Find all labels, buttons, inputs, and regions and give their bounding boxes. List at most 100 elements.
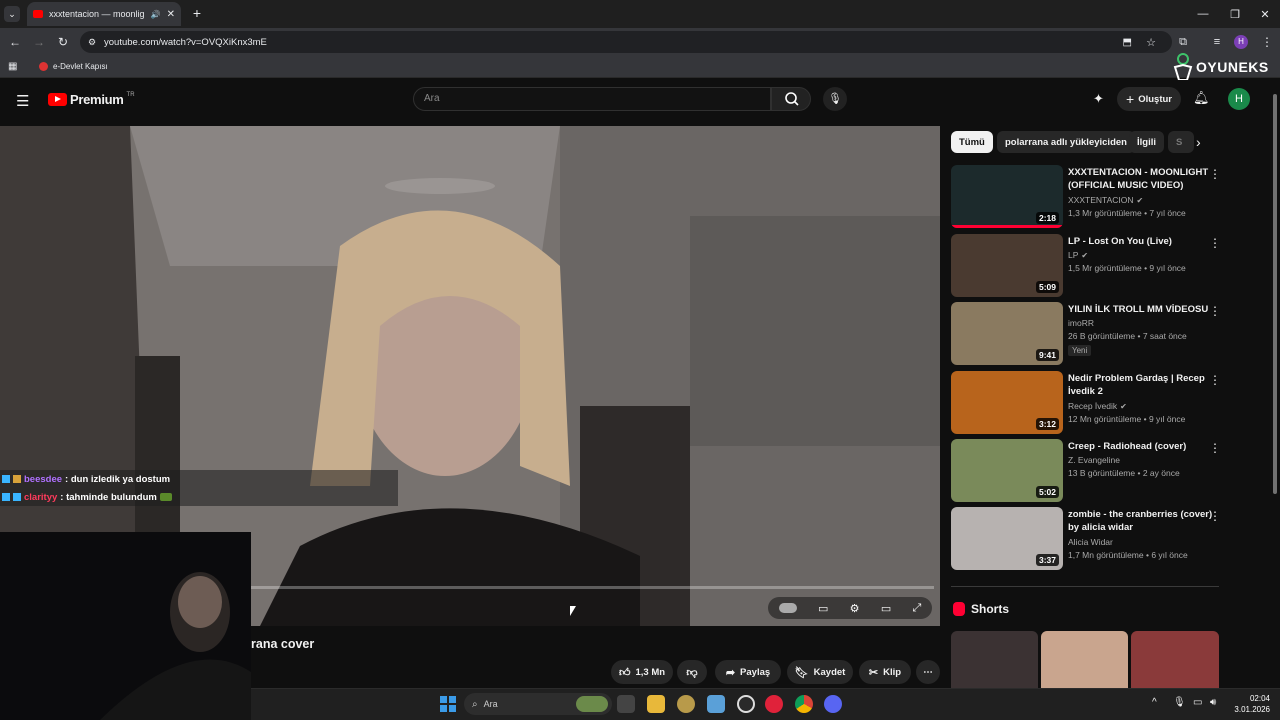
- channel-name[interactable]: imoRR: [1068, 318, 1094, 328]
- chip-partial[interactable]: S: [1168, 131, 1194, 153]
- close-window-button[interactable]: ✕: [1248, 0, 1280, 28]
- account-avatar[interactable]: H: [1228, 88, 1250, 110]
- more-options-icon[interactable]: ⋮: [1209, 509, 1221, 523]
- notifications-bell-icon[interactable]: 🔔︎: [1193, 90, 1210, 106]
- duration-badge: 3:12: [1035, 418, 1059, 430]
- video-thumbnail[interactable]: 3:37: [951, 507, 1063, 570]
- recommendation-title[interactable]: XXXTENTACION - MOONLIGHT (OFFICIAL MUSIC…: [1068, 166, 1216, 192]
- more-options-icon[interactable]: ⋮: [1209, 167, 1221, 181]
- new-tab-button[interactable]: +: [188, 4, 206, 22]
- network-icon[interactable]: ▭: [1193, 697, 1202, 708]
- back-button[interactable]: ←: [4, 28, 26, 56]
- league-client-icon[interactable]: [677, 695, 695, 713]
- video-thumbnail[interactable]: 5:02: [951, 439, 1063, 502]
- chip-from-uploader[interactable]: polarrana adlı yükleyiciden: [997, 131, 1135, 153]
- forward-button[interactable]: →: [28, 28, 50, 56]
- subtitles-icon[interactable]: ▭: [818, 602, 828, 615]
- taskbar-search[interactable]: ⌕ Ara: [464, 693, 612, 715]
- upload-age: 9 yıl önce: [1149, 263, 1186, 273]
- recommendation-title[interactable]: LP - Lost On You (Live): [1068, 235, 1216, 248]
- scrollbar-thumb[interactable]: [1273, 94, 1277, 494]
- chip-all[interactable]: Tümü: [951, 131, 993, 153]
- video-thumbnail[interactable]: 2:18: [951, 165, 1063, 228]
- channel-name[interactable]: Recep İvedik ✔: [1068, 401, 1127, 411]
- recommendation-item[interactable]: 3:12 Nedir Problem Gardaş | Recep İvedik …: [951, 371, 1231, 435]
- page-scrollbar[interactable]: [1272, 90, 1278, 690]
- tab-search-button[interactable]: ⌄: [4, 6, 20, 22]
- bookmark-star-icon[interactable]: ☆: [1146, 36, 1156, 49]
- tab-close-icon[interactable]: ✕: [167, 9, 175, 20]
- address-bar[interactable]: ⚙ youtube.com/watch?v=OVQXiKnx3mE ⬒ ☆: [80, 31, 1172, 53]
- tray-chevron-icon[interactable]: ^: [1152, 697, 1157, 708]
- short-thumbnail[interactable]: [1131, 631, 1219, 688]
- recommendation-item[interactable]: 5:02 Creep - Radiohead (cover) Z. Evangeli…: [951, 439, 1231, 503]
- more-options-icon[interactable]: ⋮: [1209, 441, 1221, 455]
- site-info-icon[interactable]: ⚙: [88, 37, 96, 48]
- recommendation-item[interactable]: 2:18 XXXTENTACION - MOONLIGHT (OFFICIAL M…: [951, 165, 1231, 229]
- maximize-button[interactable]: ❐: [1218, 0, 1252, 28]
- dislike-button[interactable]: 👎︎: [677, 660, 707, 684]
- youtube-logo[interactable]: Premium TR: [48, 92, 135, 107]
- more-options-icon[interactable]: ⋮: [1209, 236, 1221, 250]
- video-thumbnail[interactable]: 5:09: [951, 234, 1063, 297]
- chip-related[interactable]: İlgili: [1129, 131, 1164, 153]
- start-button[interactable]: [440, 696, 456, 712]
- discord-icon[interactable]: [824, 695, 842, 713]
- autoplay-toggle[interactable]: [778, 603, 797, 613]
- divider: [951, 586, 1219, 587]
- mascot-icon: [1173, 53, 1193, 81]
- clock-date: 3.01.2026: [1234, 705, 1270, 714]
- cast-icon[interactable]: ✦: [1093, 91, 1104, 107]
- clip-button[interactable]: ✂ Klip: [859, 660, 911, 684]
- recommendation-item[interactable]: 3:37 zombie - the cranberries (cover) by …: [951, 507, 1231, 571]
- channel-name[interactable]: XXXTENTACION ✔: [1068, 195, 1143, 205]
- recommendation-item[interactable]: 9:41 YILIN İLK TROLL MM VİDEOSU imoRR 26 B …: [951, 302, 1231, 366]
- clock[interactable]: 02:04 3.01.2026: [1230, 693, 1270, 715]
- file-explorer-icon[interactable]: [647, 695, 665, 713]
- fullscreen-icon[interactable]: ⤢: [913, 602, 922, 615]
- channel-name[interactable]: LP ✔: [1068, 250, 1088, 260]
- bookmark-edevlet[interactable]: e-Devlet Kapısı: [53, 62, 108, 71]
- channel-name[interactable]: Z. Evangeline: [1068, 455, 1120, 465]
- install-icon[interactable]: ⬒: [1123, 37, 1132, 48]
- recommendation-title[interactable]: Creep - Radiohead (cover): [1068, 440, 1216, 453]
- music-player-icon[interactable]: [765, 695, 783, 713]
- channel-name[interactable]: Alicia Widar: [1068, 537, 1113, 547]
- theater-mode-icon[interactable]: ▭: [881, 602, 891, 615]
- profile-avatar[interactable]: H: [1234, 35, 1248, 49]
- network-app-icon[interactable]: [707, 695, 725, 713]
- settings-gear-icon[interactable]: ⚙: [850, 602, 860, 615]
- more-options-icon[interactable]: ⋮: [1209, 304, 1221, 318]
- obs-icon[interactable]: [737, 695, 755, 713]
- short-thumbnail[interactable]: [1041, 631, 1128, 688]
- save-button[interactable]: 🔖︎ Kaydet: [787, 660, 853, 684]
- voice-search-button[interactable]: 🎙: [823, 87, 847, 111]
- search-input[interactable]: Ara: [413, 87, 771, 111]
- recommendation-title[interactable]: YILIN İLK TROLL MM VİDEOSU: [1068, 303, 1216, 316]
- like-button[interactable]: 👍︎ 1,3 Mn: [611, 660, 673, 684]
- recommendation-item[interactable]: 5:09 LP - Lost On You (Live) LP ✔ 1,5 Mr gör…: [951, 234, 1231, 298]
- reload-button[interactable]: ↻: [52, 28, 74, 56]
- search-button[interactable]: [771, 87, 811, 111]
- video-thumbnail[interactable]: 3:12: [951, 371, 1063, 434]
- verified-check-icon: ✔: [1081, 251, 1089, 260]
- task-view-icon[interactable]: [617, 695, 635, 713]
- recommendation-title[interactable]: zombie - the cranberries (cover) by alic…: [1068, 508, 1216, 534]
- chrome-icon[interactable]: [795, 695, 813, 713]
- recommendation-title[interactable]: Nedir Problem Gardaş | Recep İvedik 2: [1068, 372, 1216, 398]
- minimize-button[interactable]: —: [1186, 0, 1220, 28]
- speaker-icon[interactable]: 🔊: [151, 10, 161, 19]
- browser-tab-active[interactable]: xxxtentacion — moonlight 🔊 ✕: [27, 2, 181, 26]
- share-button[interactable]: ➦ Paylaş: [715, 660, 781, 684]
- more-actions-button[interactable]: ⋯: [916, 660, 940, 684]
- create-button[interactable]: + Oluştur: [1117, 87, 1181, 111]
- volume-icon[interactable]: 🔊︎: [1210, 697, 1216, 708]
- video-meta: 12 Mn görüntüleme • 9 yıl önce: [1068, 414, 1185, 424]
- more-options-icon[interactable]: ⋮: [1209, 373, 1221, 387]
- short-thumbnail[interactable]: [951, 631, 1038, 688]
- video-thumbnail[interactable]: 9:41: [951, 302, 1063, 365]
- chips-next-chevron-icon[interactable]: ›: [1196, 134, 1201, 150]
- apps-grid-icon[interactable]: ▦: [8, 61, 17, 72]
- microphone-icon[interactable]: 🎙︎: [1173, 697, 1186, 708]
- menu-icon[interactable]: ☰: [16, 92, 29, 110]
